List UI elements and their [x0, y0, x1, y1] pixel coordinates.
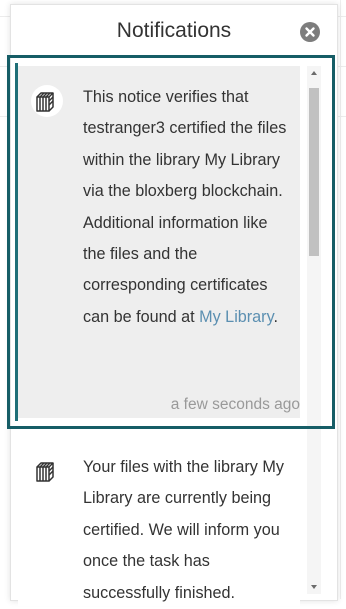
close-icon — [305, 27, 315, 37]
notification-message: This notice verifies that testranger3 ce… — [83, 82, 288, 333]
notification-text-end: . — [273, 307, 278, 326]
popup-header: Notifications — [11, 5, 337, 55]
notification-item[interactable]: Your files with the library My Library a… — [18, 436, 300, 606]
notification-message: Your files with the library My Library a… — [83, 458, 284, 602]
notification-timestamp: a few seconds ago — [170, 396, 300, 413]
scroll-down-arrow-icon[interactable] — [307, 580, 321, 594]
close-button[interactable] — [300, 22, 320, 42]
blockchain-cube-icon — [30, 454, 64, 488]
notification-item[interactable]: This notice verifies that testranger3 ce… — [18, 66, 300, 418]
scroll-up-arrow-icon[interactable] — [307, 66, 321, 80]
blockchain-cube-icon — [30, 84, 64, 118]
scrollbar-thumb[interactable] — [309, 88, 319, 256]
notification-text: This notice verifies that testranger3 ce… — [83, 88, 287, 326]
background-column-divider — [340, 0, 341, 599]
library-link[interactable]: My Library — [199, 308, 273, 326]
notifications-scrollbar[interactable] — [307, 66, 321, 594]
popup-title: Notifications — [116, 19, 232, 42]
